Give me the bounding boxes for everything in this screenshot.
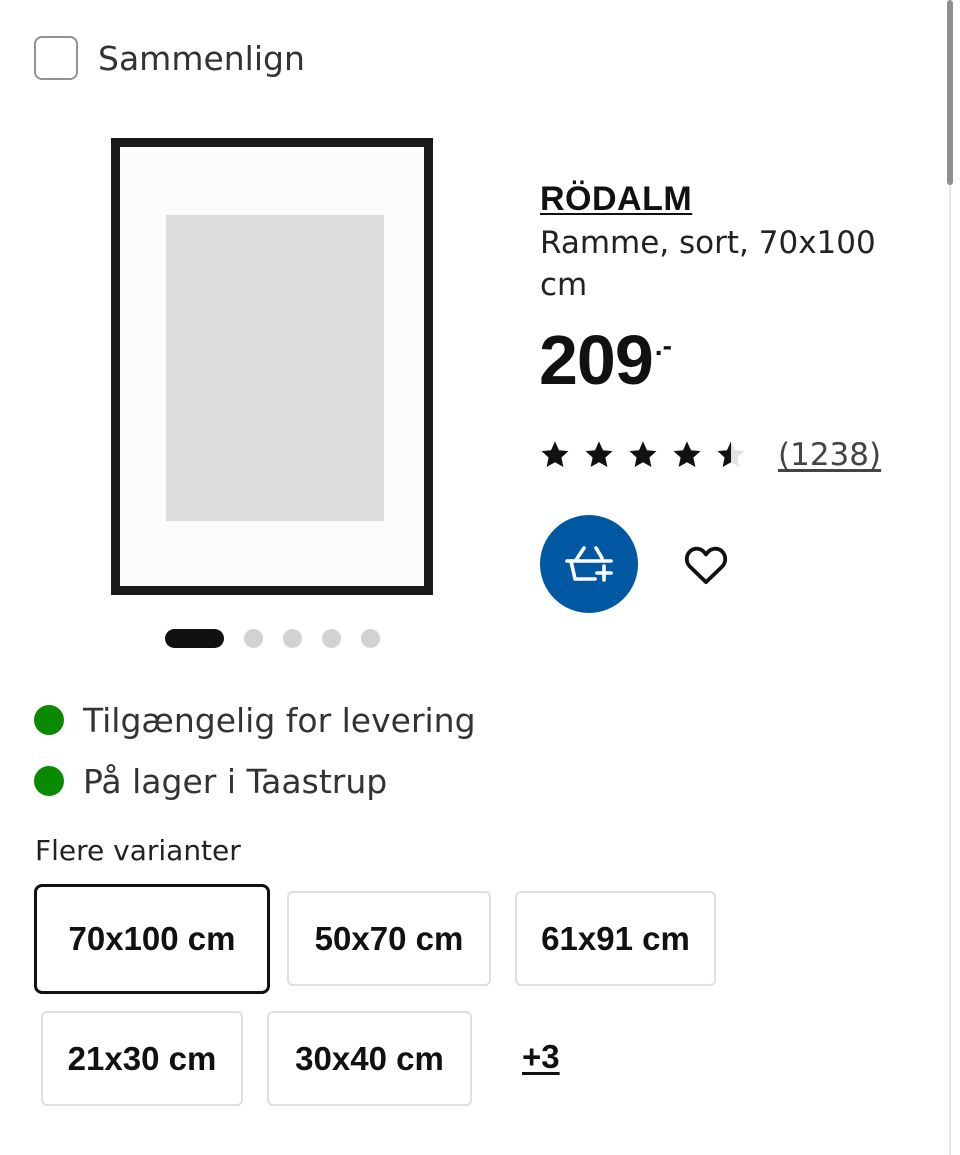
carousel-dot-3[interactable] bbox=[283, 629, 302, 648]
compare-checkbox[interactable] bbox=[34, 36, 78, 80]
status-dot bbox=[34, 705, 64, 735]
star-half-icon bbox=[717, 441, 745, 467]
variant-option[interactable]: 50x70 cm bbox=[287, 891, 491, 986]
compare-toggle[interactable]: Sammenlign bbox=[34, 36, 305, 80]
add-to-cart-button[interactable] bbox=[540, 515, 638, 613]
variant-option[interactable]: 30x40 cm bbox=[267, 1011, 472, 1106]
frame-mat bbox=[120, 147, 424, 586]
variants-title: Flere varianter bbox=[35, 834, 241, 867]
compare-label: Sammenlign bbox=[98, 38, 305, 78]
rating-stars bbox=[538, 439, 758, 471]
availability-store: På lager i Taastrup bbox=[34, 758, 476, 804]
product-image[interactable] bbox=[111, 138, 433, 595]
price-value: 209 bbox=[539, 321, 654, 399]
carousel-dot-2[interactable] bbox=[244, 629, 263, 648]
availability-delivery: Tilgængelig for levering bbox=[34, 697, 476, 743]
star-full-icon bbox=[673, 441, 701, 467]
more-variants-link[interactable]: +3 bbox=[522, 1038, 560, 1076]
scrollbar-thumb[interactable] bbox=[947, 0, 953, 185]
carousel-dot-1[interactable] bbox=[165, 629, 224, 648]
variant-option[interactable]: 61x91 cm bbox=[515, 891, 716, 986]
product-price: 209 .- bbox=[539, 320, 672, 400]
product-name[interactable]: RÖDALM bbox=[540, 180, 692, 219]
frame-photo-area bbox=[166, 215, 384, 521]
availability-list: Tilgængelig for levering På lager i Taas… bbox=[34, 697, 476, 819]
status-dot bbox=[34, 766, 64, 796]
carousel-dot-4[interactable] bbox=[322, 629, 341, 648]
product-description: Ramme, sort, 70x100 cm bbox=[540, 225, 876, 303]
availability-text: På lager i Taastrup bbox=[83, 761, 388, 801]
scrollbar[interactable] bbox=[946, 0, 960, 1155]
product-card: Sammenlign RÖDALM Ramme, sort, 70x100 cm… bbox=[0, 0, 960, 1155]
variant-option[interactable]: 70x100 cm bbox=[34, 884, 270, 994]
price-suffix: .- bbox=[654, 330, 672, 361]
star-full-icon bbox=[629, 441, 657, 467]
add-to-cart-icon bbox=[565, 546, 613, 582]
favorite-button[interactable] bbox=[680, 540, 732, 588]
carousel-dot-5[interactable] bbox=[361, 629, 380, 648]
review-count[interactable]: (1238) bbox=[778, 437, 881, 473]
heart-icon bbox=[684, 546, 728, 585]
star-full-icon bbox=[585, 441, 613, 467]
product-rating[interactable]: (1238) bbox=[538, 437, 881, 473]
image-carousel-dots bbox=[165, 629, 380, 648]
variant-option[interactable]: 21x30 cm bbox=[41, 1011, 243, 1106]
star-full-icon bbox=[541, 441, 569, 467]
availability-text: Tilgængelig for levering bbox=[83, 700, 476, 740]
